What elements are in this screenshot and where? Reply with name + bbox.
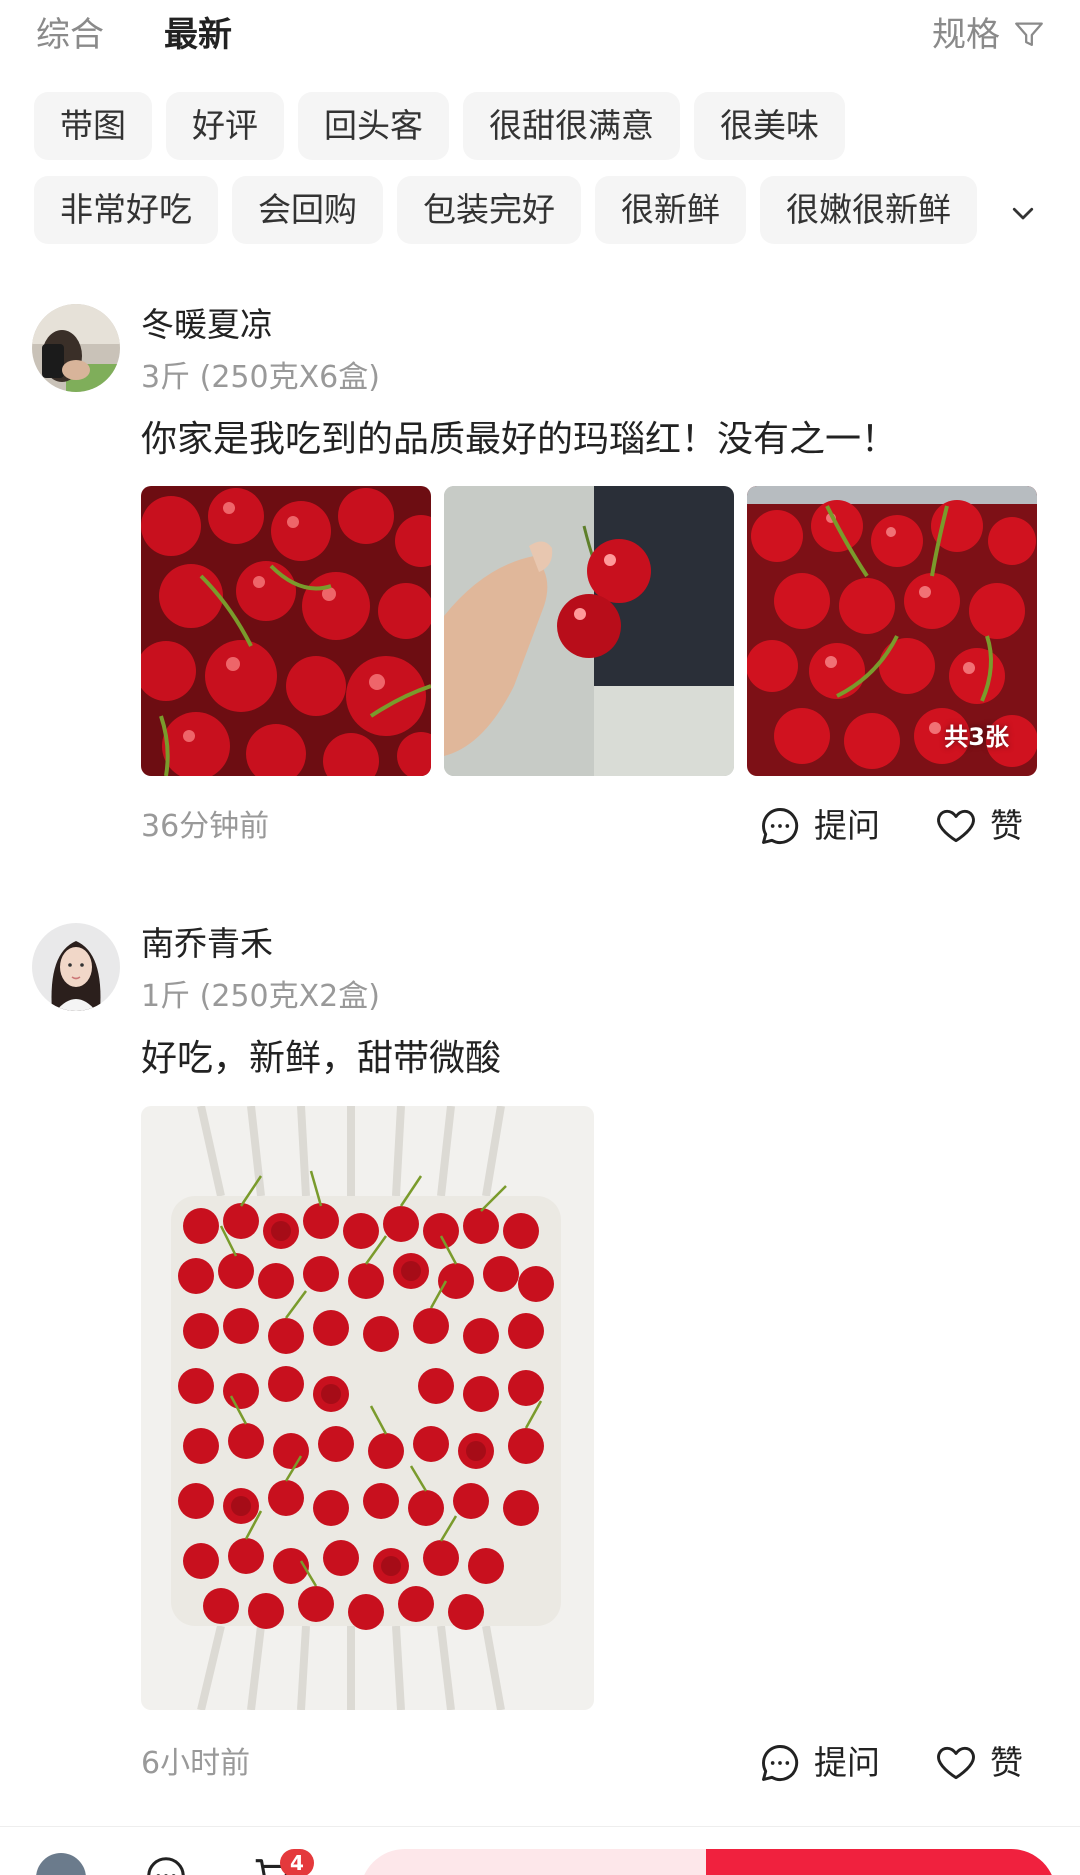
ask-label: 提问 xyxy=(814,806,880,845)
add-to-cart-button[interactable] xyxy=(360,1849,720,1875)
sort-tab-comprehensive[interactable]: 综合 xyxy=(36,14,104,56)
spec-filter-label: 规格 xyxy=(932,15,1000,55)
avatar[interactable] xyxy=(32,923,120,1011)
tag-repeat-customer[interactable]: 回头客 xyxy=(298,92,449,160)
heart-icon xyxy=(937,1746,975,1780)
review-photo[interactable]: 共3张 xyxy=(747,486,1037,776)
sort-tab-latest[interactable]: 最新 xyxy=(164,14,232,56)
filter-icon xyxy=(1015,22,1043,47)
bottom-action-bar: 4 xyxy=(0,1826,1080,1875)
chevron-down-icon xyxy=(1012,207,1034,220)
tags-expand-button[interactable] xyxy=(998,188,1048,238)
reviewer-name[interactable]: 冬暖夏凉 xyxy=(141,305,273,345)
review-photo[interactable] xyxy=(141,1106,594,1710)
review-time: 6小时前 xyxy=(141,1746,251,1781)
review-text: 好吃，新鲜，甜带微酸 xyxy=(141,1038,502,1079)
tag-delicious[interactable]: 很美味 xyxy=(694,92,845,160)
tag-row-1: 带图 好评 回头客 很甜很满意 很美味 xyxy=(34,92,845,160)
review-spec: 3斤 (250克X6盒) xyxy=(141,360,380,395)
tag-will-rebuy[interactable]: 会回购 xyxy=(232,176,383,244)
like-button[interactable]: 赞 xyxy=(934,804,1023,848)
shop-avatar[interactable] xyxy=(36,1853,86,1875)
cart-count-badge: 4 xyxy=(280,1849,314,1875)
tag-row-2: 非常好吃 会回购 包装完好 很新鲜 很嫩很新鲜 xyxy=(34,176,977,244)
review-photo[interactable] xyxy=(141,486,431,776)
ask-label: 提问 xyxy=(814,1743,880,1782)
tag-tender-fresh[interactable]: 很嫩很新鲜 xyxy=(760,176,977,244)
review-time: 36分钟前 xyxy=(141,809,270,844)
customer-service-icon[interactable] xyxy=(143,1853,189,1875)
spec-filter-button[interactable]: 规格 xyxy=(932,14,1046,56)
sort-bar: 综合 最新 规格 xyxy=(0,0,1080,70)
avatar[interactable] xyxy=(32,304,120,392)
reviewer-name[interactable]: 南乔青禾 xyxy=(141,924,273,964)
review-spec: 1斤 (250克X2盒) xyxy=(141,979,380,1014)
like-label: 赞 xyxy=(990,1743,1023,1782)
tag-very-tasty[interactable]: 非常好吃 xyxy=(34,176,218,244)
review-photo[interactable] xyxy=(444,486,734,776)
tag-positive[interactable]: 好评 xyxy=(166,92,284,160)
chat-bubble-icon xyxy=(762,1745,799,1781)
photo-count-badge: 共3张 xyxy=(944,723,1009,751)
tag-very-fresh[interactable]: 很新鲜 xyxy=(595,176,746,244)
like-label: 赞 xyxy=(990,806,1023,845)
buy-now-button[interactable] xyxy=(706,1849,1056,1875)
review-text: 你家是我吃到的品质最好的玛瑙红！没有之一！ xyxy=(141,419,898,460)
like-button[interactable]: 赞 xyxy=(934,1741,1023,1785)
heart-icon xyxy=(937,809,975,843)
ask-button[interactable]: 提问 xyxy=(758,1741,880,1785)
tag-with-photos[interactable]: 带图 xyxy=(34,92,152,160)
tag-very-sweet[interactable]: 很甜很满意 xyxy=(463,92,680,160)
tag-packaging-intact[interactable]: 包装完好 xyxy=(397,176,581,244)
ask-button[interactable]: 提问 xyxy=(758,804,880,848)
chat-bubble-icon xyxy=(762,808,799,844)
